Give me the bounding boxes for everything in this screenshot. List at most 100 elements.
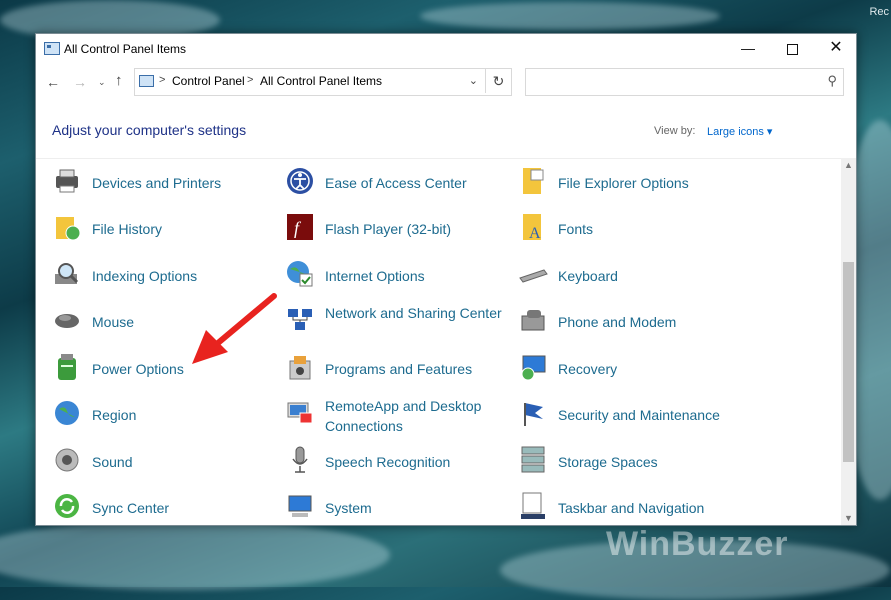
- item-label: Programs and Features: [325, 361, 473, 377]
- item-label: Taskbar and Navigation: [558, 500, 705, 516]
- scroll-down-icon[interactable]: ▼: [844, 513, 853, 523]
- refresh-button[interactable]: ↻: [485, 69, 511, 93]
- mouse-icon: [52, 305, 82, 335]
- item-recovery[interactable]: Recovery: [518, 347, 750, 387]
- item-label: File History: [92, 221, 163, 237]
- internet-options-icon: [285, 259, 315, 289]
- maximize-button[interactable]: [770, 34, 814, 62]
- scroll-up-icon[interactable]: ▲: [844, 160, 853, 170]
- item-label: Recovery: [558, 361, 618, 377]
- items-grid: Devices and Printers File History Indexi…: [36, 158, 841, 525]
- svg-text:A: A: [529, 225, 541, 242]
- item-phone-modem[interactable]: Phone and Modem: [518, 300, 750, 340]
- microphone-icon: [285, 445, 315, 475]
- item-file-history[interactable]: File History: [52, 207, 284, 247]
- minimize-button[interactable]: —: [726, 34, 770, 62]
- folder-options-icon: [518, 166, 548, 196]
- item-programs-features[interactable]: Programs and Features: [285, 347, 517, 387]
- item-label: Devices and Printers: [92, 175, 222, 191]
- item-label: Keyboard: [558, 268, 618, 284]
- breadcrumb-control-panel[interactable]: Control Panel: [172, 74, 245, 88]
- storage-icon: [518, 445, 548, 475]
- system-icon: [285, 491, 315, 521]
- item-label: Ease of Access Center: [325, 175, 467, 191]
- item-file-explorer-options[interactable]: File Explorer Options: [518, 161, 750, 201]
- recovery-icon: [518, 352, 548, 382]
- up-button[interactable]: ↑: [115, 72, 123, 89]
- recent-locations-button[interactable]: ⌄: [98, 77, 106, 88]
- back-button[interactable]: ←: [46, 74, 60, 90]
- corner-text: Rec: [869, 6, 889, 18]
- breadcrumb-separator: >: [247, 74, 254, 86]
- breadcrumb-all-items[interactable]: All Control Panel Items: [260, 74, 382, 88]
- power-icon: [52, 352, 82, 382]
- view-by-dropdown[interactable]: Large icons ▾: [707, 125, 772, 138]
- vertical-scrollbar[interactable]: ▲ ▼: [841, 158, 856, 525]
- item-label: Sound: [92, 454, 133, 470]
- watermark-logo: WinBuzzer: [606, 525, 789, 563]
- item-label: Flash Player (32-bit): [325, 221, 452, 237]
- item-label: Fonts: [558, 221, 594, 237]
- item-devices-and-printers[interactable]: Devices and Printers: [52, 161, 284, 201]
- item-sound[interactable]: Sound: [52, 440, 284, 480]
- control-panel-icon: [44, 42, 60, 55]
- item-system[interactable]: System: [285, 486, 517, 525]
- close-button[interactable]: ✕: [814, 34, 858, 62]
- item-region[interactable]: Region: [52, 393, 284, 433]
- item-security-maintenance[interactable]: Security and Maintenance: [518, 393, 750, 433]
- item-label: Indexing Options: [92, 268, 198, 284]
- network-icon: [285, 305, 315, 335]
- item-sync-center[interactable]: Sync Center: [52, 486, 284, 525]
- file-history-icon: [52, 212, 82, 242]
- item-network-sharing[interactable]: Network and Sharing Center: [285, 300, 517, 340]
- page-title: Adjust your computer's settings: [52, 122, 247, 138]
- region-icon: [52, 398, 82, 428]
- item-label: Mouse: [92, 314, 135, 330]
- scrollbar-thumb[interactable]: [843, 262, 854, 462]
- item-label: Region: [92, 407, 137, 423]
- item-flash-player[interactable]: f Flash Player (32-bit): [285, 207, 517, 247]
- item-label: Power Options: [92, 361, 184, 377]
- item-label: Security and Maintenance: [558, 407, 720, 423]
- maximize-icon: [786, 43, 798, 55]
- taskbar-icon: [518, 491, 548, 521]
- flash-icon: f: [285, 212, 315, 242]
- item-internet-options[interactable]: Internet Options: [285, 254, 517, 294]
- navigation-bar: ← → ⌄ ↑ > Control Panel > All Control Pa…: [36, 67, 856, 97]
- search-input[interactable]: [530, 73, 814, 89]
- item-taskbar-navigation[interactable]: Taskbar and Navigation: [518, 486, 750, 525]
- address-bar[interactable]: > Control Panel > All Control Panel Item…: [134, 68, 512, 96]
- printer-icon: [52, 166, 82, 196]
- remoteapp-icon: [285, 398, 315, 428]
- control-panel-icon: [139, 75, 154, 87]
- titlebar: All Control Panel Items — ✕: [36, 34, 856, 62]
- sync-icon: [52, 491, 82, 521]
- item-speech-recognition[interactable]: Speech Recognition: [285, 440, 517, 480]
- search-box[interactable]: ⚲: [525, 68, 844, 96]
- programs-icon: [285, 352, 315, 382]
- item-label: Internet Options: [325, 268, 425, 284]
- sound-icon: [52, 445, 82, 475]
- item-storage-spaces[interactable]: Storage Spaces: [518, 440, 750, 480]
- item-fonts[interactable]: A Fonts: [518, 207, 750, 247]
- control-panel-window: All Control Panel Items — ✕ ← → ⌄ ↑ > Co…: [35, 33, 857, 526]
- item-ease-of-access[interactable]: Ease of Access Center: [285, 161, 517, 201]
- breadcrumb-separator: >: [159, 74, 166, 86]
- keyboard-icon: [518, 259, 548, 289]
- annotation-arrow-icon: [192, 293, 277, 364]
- item-label: RemoteApp and Desktop Connections: [325, 398, 482, 434]
- item-label: File Explorer Options: [558, 175, 689, 191]
- item-label: Network and Sharing Center: [325, 305, 502, 321]
- chevron-down-icon[interactable]: ⌄: [469, 74, 478, 87]
- view-by-label: View by:: [654, 125, 696, 137]
- ease-of-access-icon: [285, 166, 315, 196]
- forward-button[interactable]: →: [73, 74, 87, 90]
- item-keyboard[interactable]: Keyboard: [518, 254, 750, 294]
- item-remoteapp[interactable]: RemoteApp and Desktop Connections: [285, 393, 517, 434]
- fonts-icon: A: [518, 212, 548, 242]
- phone-icon: [518, 305, 548, 335]
- item-label: Sync Center: [92, 500, 170, 516]
- item-indexing-options[interactable]: Indexing Options: [52, 254, 284, 294]
- indexing-icon: [52, 259, 82, 289]
- item-label: Speech Recognition: [325, 454, 451, 470]
